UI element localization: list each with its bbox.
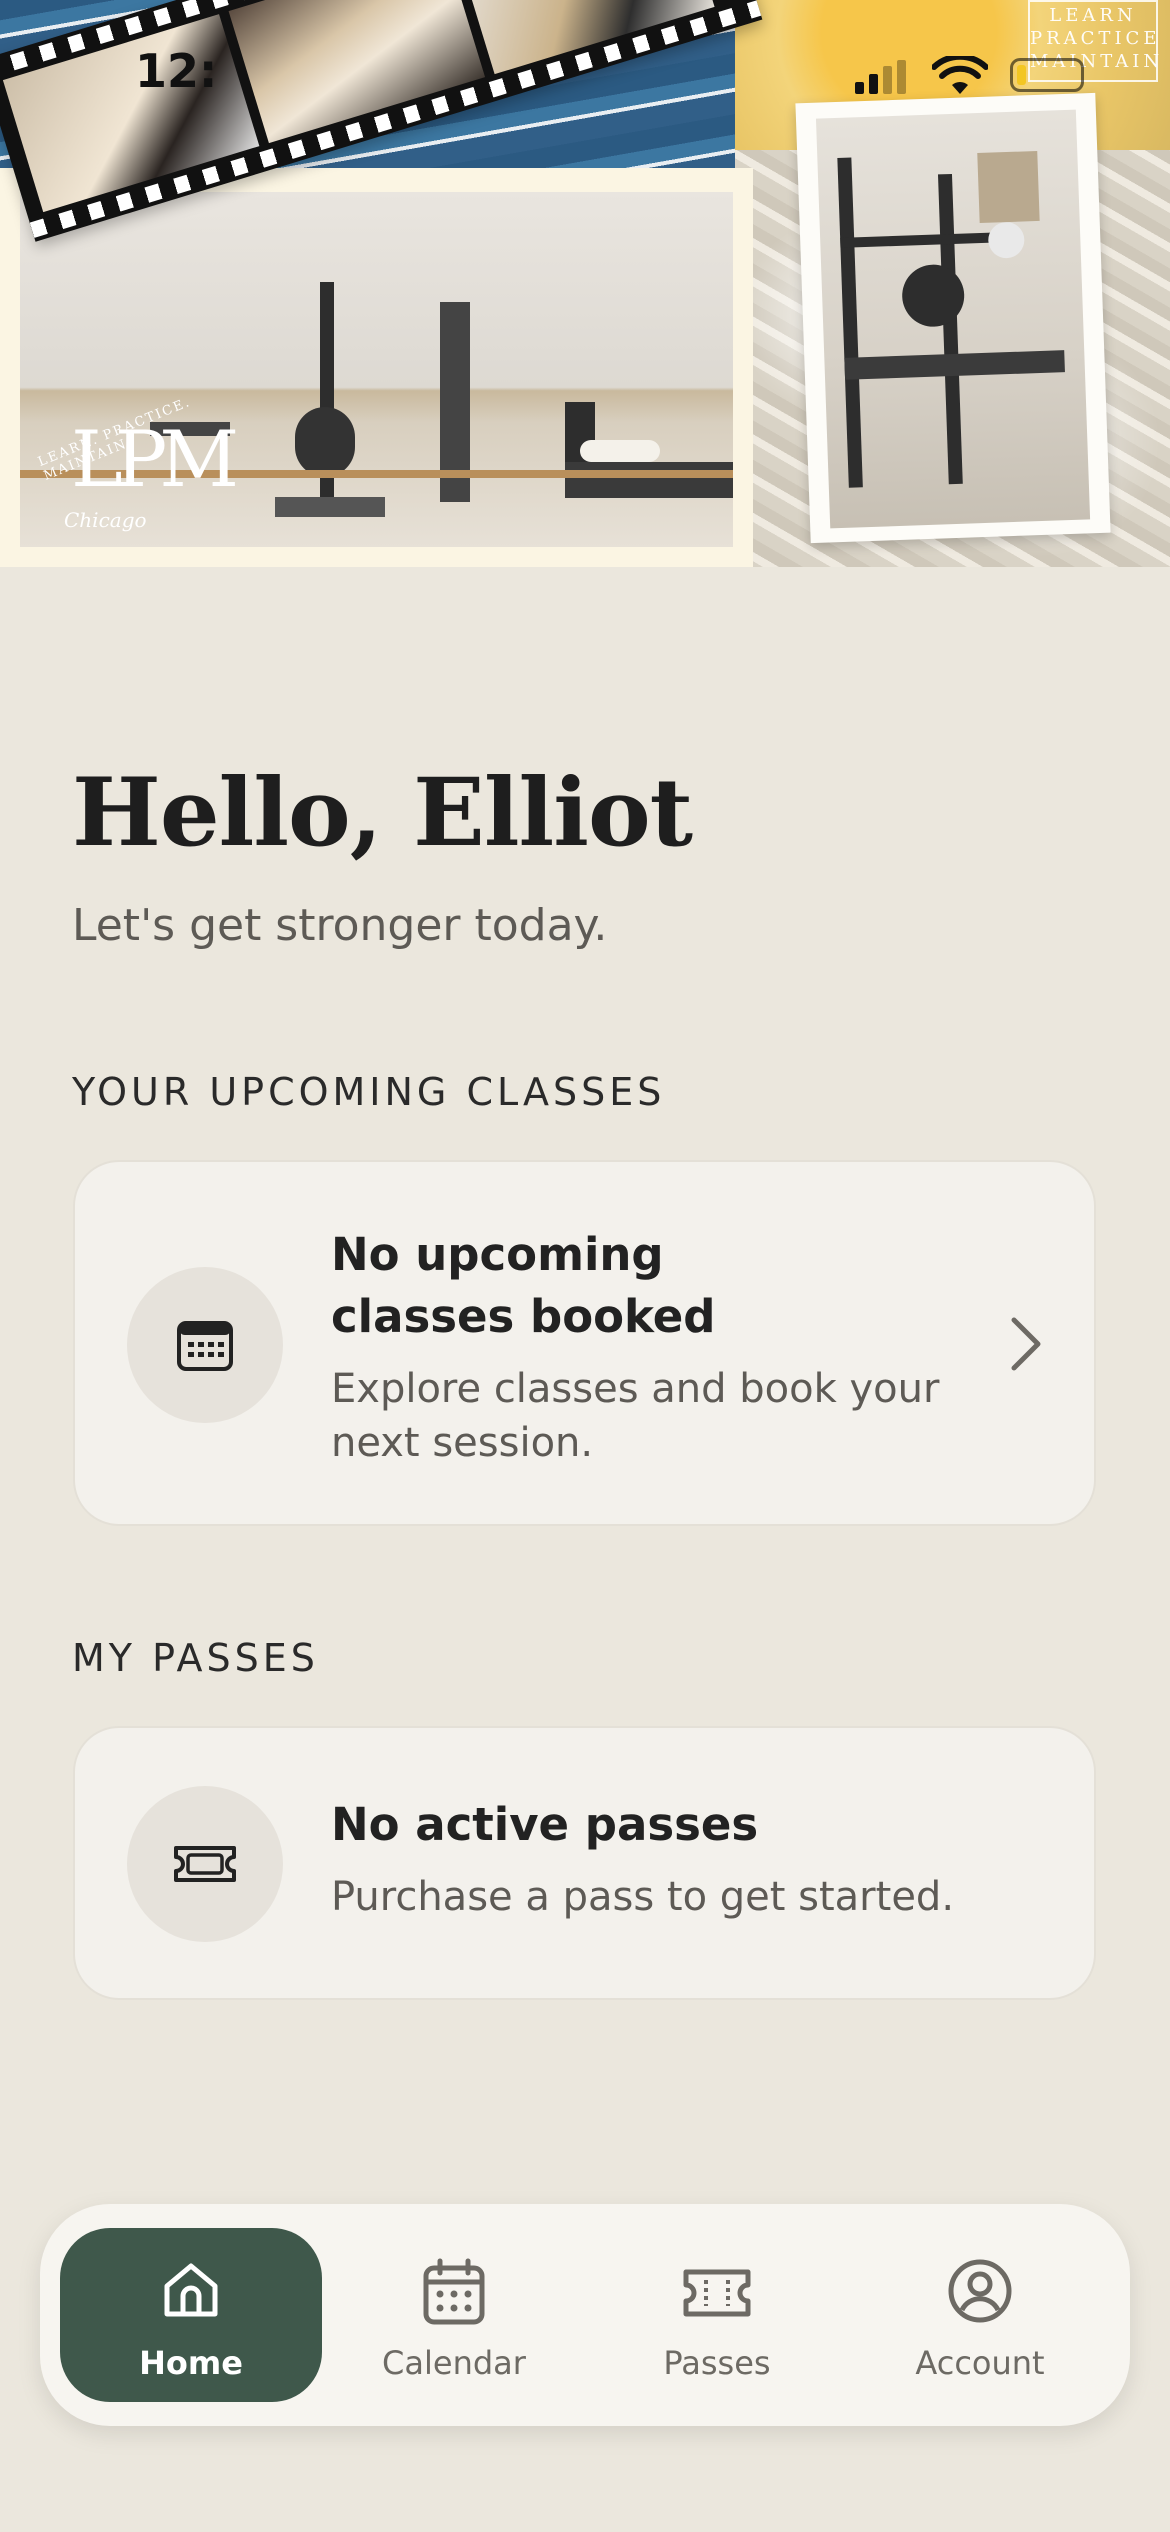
bench-press-photo xyxy=(795,92,1111,544)
nav-account-label: Account xyxy=(915,2344,1045,2382)
nav-passes-label: Passes xyxy=(663,2344,771,2382)
corner-logo: LEARN PRACTICE MAINTAIN xyxy=(1028,0,1164,82)
upcoming-classes-card[interactable]: No upcoming classes booked Explore class… xyxy=(73,1160,1096,1526)
logo-mark: LPM xyxy=(71,415,239,505)
nav-passes[interactable]: Passes xyxy=(586,2228,848,2402)
dog-photo xyxy=(2,14,260,213)
ticket-icon xyxy=(127,1786,283,1942)
nav-home-label: Home xyxy=(139,2344,243,2382)
account-icon xyxy=(948,2259,1012,2323)
my-passes-label: MY PASSES xyxy=(72,1636,319,1680)
logo-city: Chicago xyxy=(64,508,147,532)
gym-photo: LEARN. PRACTICE. MAINTAIN. LPM Chicago xyxy=(0,168,753,567)
lpm-logo: LEARN. PRACTICE. MAINTAIN. LPM Chicago xyxy=(36,386,239,536)
passes-card-title: No active passes xyxy=(331,1798,759,1851)
nav-home[interactable]: Home xyxy=(60,2228,322,2402)
calendar-grid-icon xyxy=(177,1321,233,1371)
upcoming-card-title: No upcoming classes booked xyxy=(331,1228,716,1343)
my-passes-card[interactable]: No active passes Purchase a pass to get … xyxy=(73,1726,1096,2000)
nav-calendar-label: Calendar xyxy=(382,2344,526,2382)
ticket-icon xyxy=(683,2269,751,2317)
corner-logo-line: LEARN xyxy=(1049,5,1137,26)
hero-collage: LEARN PRACTICE MAINTAIN LEARN. PRACTICE.… xyxy=(0,0,1170,567)
corner-logo-line: PRACTICE xyxy=(1030,28,1161,49)
passes-card-description: Purchase a pass to get started. xyxy=(331,1874,955,1920)
bottom-nav: Home Calendar Passes Account xyxy=(40,2204,1130,2426)
greeting-title: Hello, Elliot xyxy=(72,758,693,868)
pass-ticket-icon xyxy=(174,1846,236,1882)
calendar-icon xyxy=(423,2258,485,2325)
home-icon xyxy=(164,2263,218,2317)
corner-logo-line: MAINTAIN xyxy=(1030,51,1164,72)
upcoming-classes-label: YOUR UPCOMING CLASSES xyxy=(72,1070,666,1114)
calendar-icon xyxy=(127,1267,283,1423)
upcoming-card-description: Explore classes and book your next sessi… xyxy=(331,1366,940,1466)
nav-calendar[interactable]: Calendar xyxy=(323,2228,585,2402)
nav-account[interactable]: Account xyxy=(849,2228,1111,2402)
greeting-subtitle: Let's get stronger today. xyxy=(72,900,608,951)
chevron-right-icon xyxy=(1011,1317,1041,1371)
